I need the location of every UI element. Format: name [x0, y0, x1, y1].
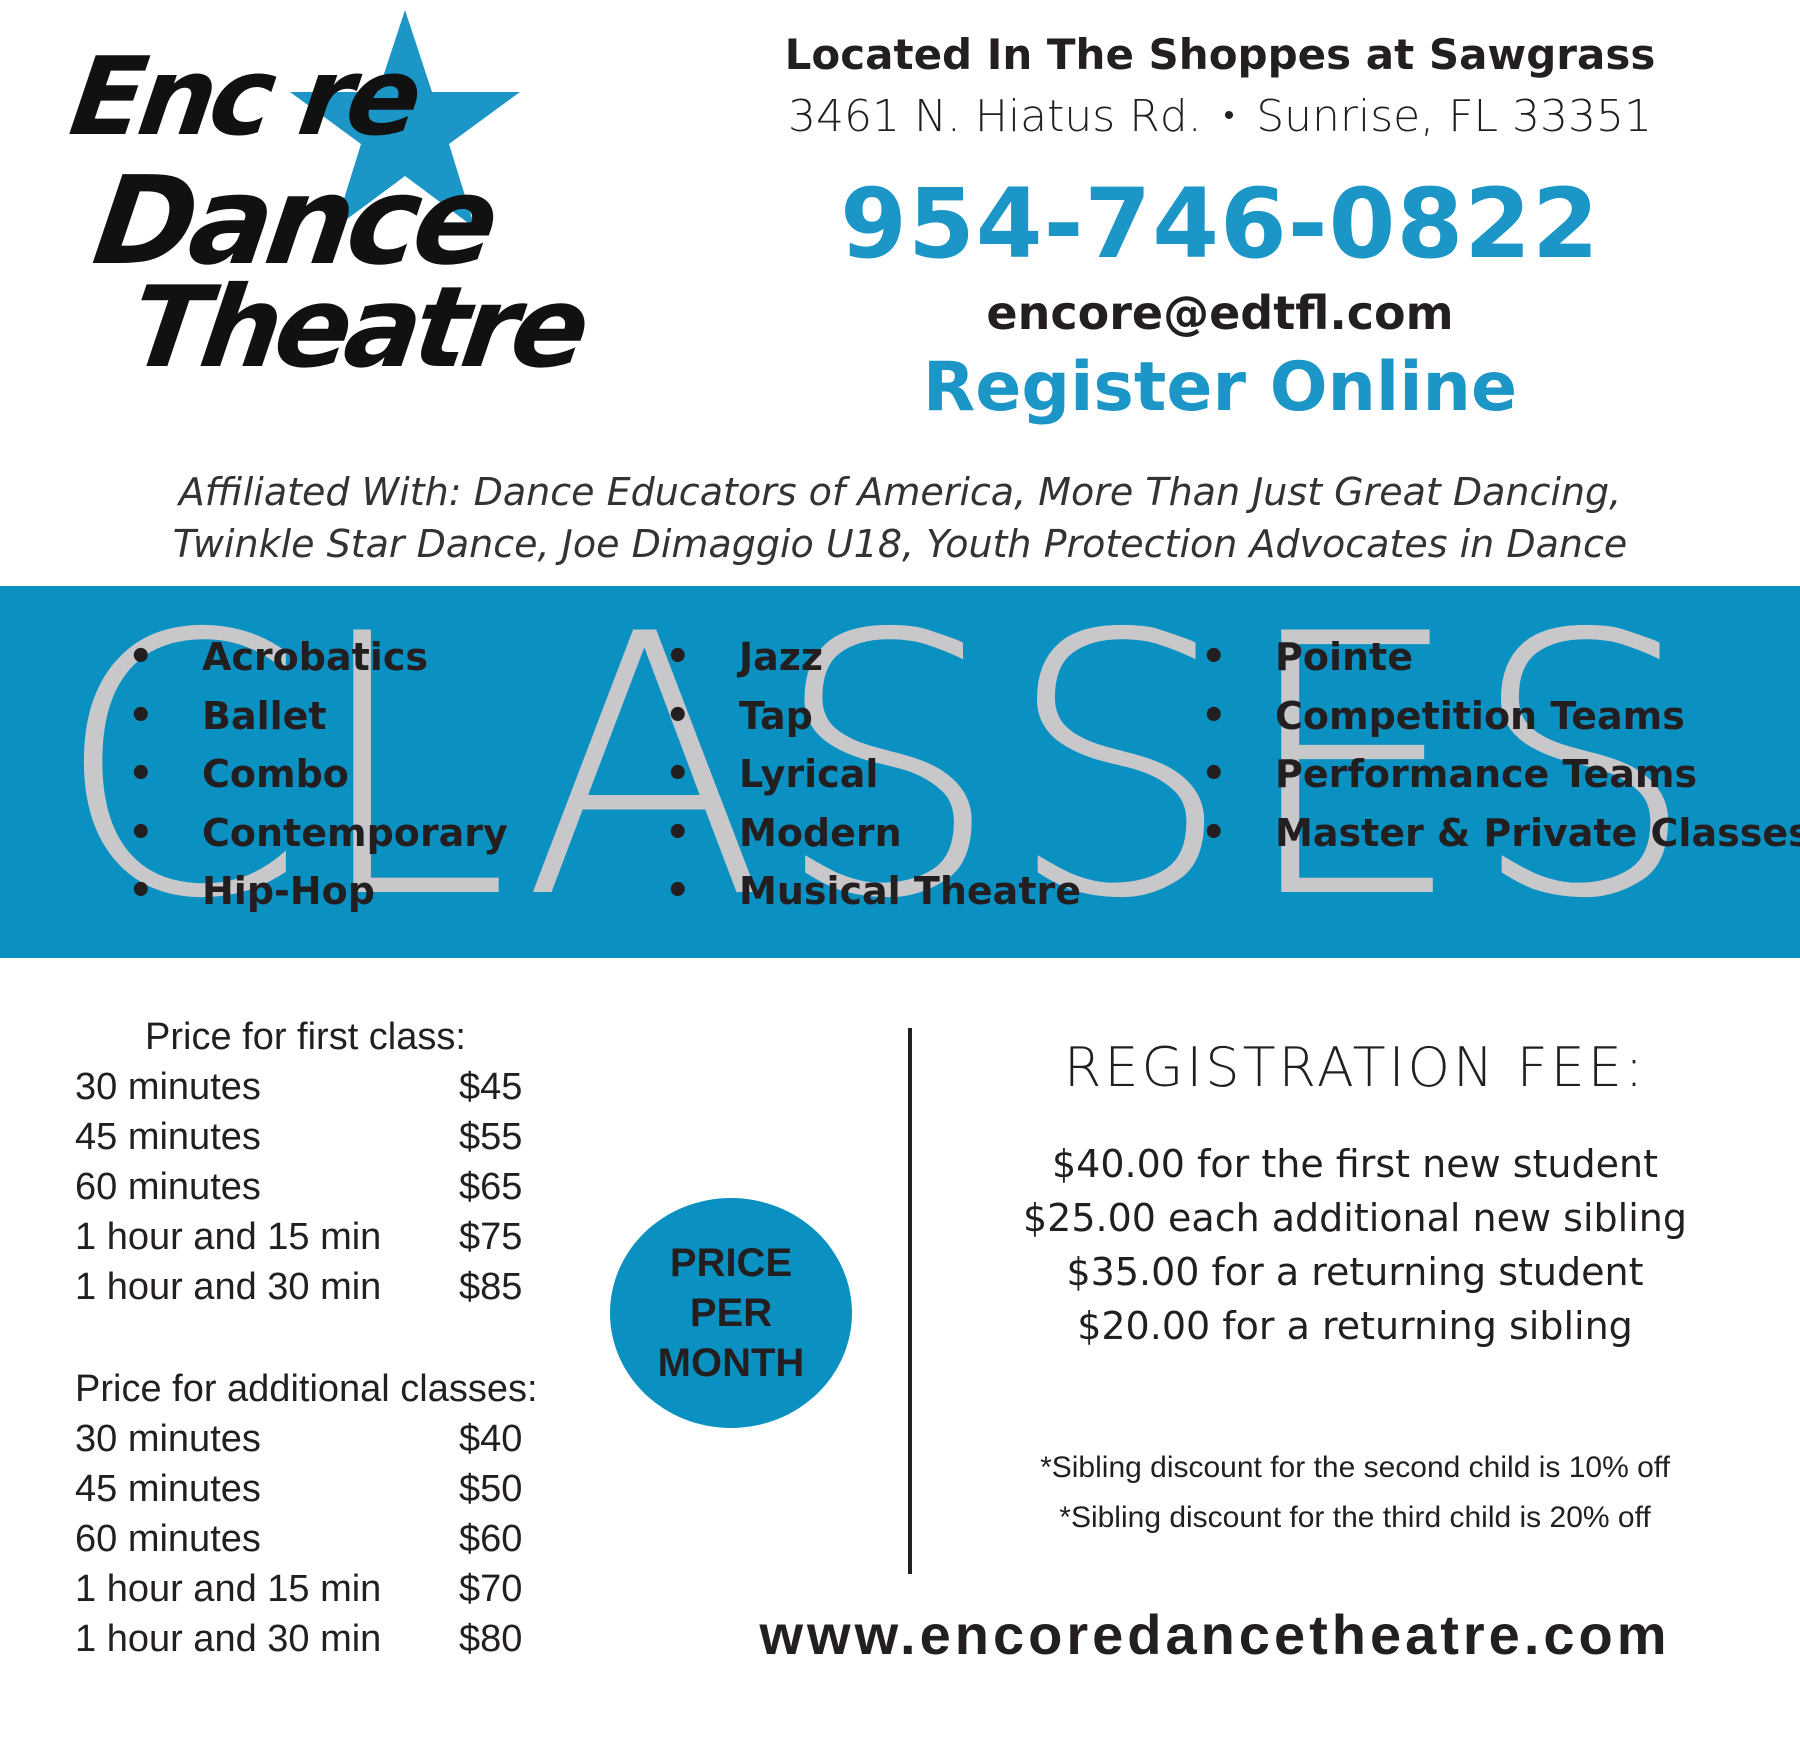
price-per-month-badge: PRICE PER MONTH [610, 1198, 852, 1428]
vertical-divider [908, 1028, 912, 1574]
contact-block: Located In The Shoppes at Sawgrass 3461 … [690, 22, 1750, 427]
class-item: Hip-Hop [128, 862, 508, 921]
class-item: Pointe [1201, 628, 1800, 687]
discount-note: *Sibling discount for the second child i… [1040, 1451, 1670, 1484]
additional-class-price-title: Price for additional classes: [75, 1368, 538, 1410]
duration-label: 45 minutes [75, 1468, 261, 1510]
price-row: 1 hour and 15 min $70 [75, 1564, 535, 1614]
duration-label: 1 hour and 30 min [75, 1618, 382, 1660]
monthly-prices: Price for first class: 30 minutes $45 45 … [75, 1012, 538, 1664]
city-state-zip: Sunrise, FL 33351 [1256, 91, 1652, 142]
class-item: Tap [665, 687, 1081, 746]
class-item: Jazz [665, 628, 1081, 687]
price-value: $65 [459, 1166, 523, 1208]
price-row: 1 hour and 30 min $85 [75, 1262, 535, 1312]
classes-column-1: Acrobatics Ballet Combo Contemporary Hip… [128, 628, 508, 921]
class-item: Lyrical [665, 745, 1081, 804]
class-item: Acrobatics [128, 628, 508, 687]
badge-line: MONTH [657, 1341, 805, 1385]
fee-line: $25.00 each additional new sibling [1023, 1196, 1687, 1240]
fee-list: $40.00 for the first new student $25.00 … [930, 1137, 1780, 1353]
class-item: Musical Theatre [665, 862, 1081, 921]
price-value: $45 [459, 1066, 523, 1108]
discount-note: *Sibling discount for the third child is… [1059, 1501, 1651, 1534]
class-item: Performance Teams [1201, 745, 1800, 804]
price-row: 45 minutes $50 [75, 1464, 535, 1514]
price-row: 60 minutes $65 [75, 1162, 535, 1212]
location-heading: Located In The Shoppes at Sawgrass [784, 30, 1656, 79]
affiliations-line-1: Affiliated With: Dance Educators of Amer… [178, 470, 1622, 514]
duration-label: 1 hour and 30 min [75, 1266, 382, 1308]
street-address: 3461 N. Hiatus Rd. [788, 91, 1202, 142]
duration-label: 1 hour and 15 min [75, 1568, 382, 1610]
bullet-separator: • [1223, 98, 1235, 133]
class-item: Combo [128, 745, 508, 804]
price-value: $80 [459, 1618, 523, 1660]
phone-number[interactable]: 954-746-0822 [690, 168, 1750, 280]
duration-label: 1 hour and 15 min [75, 1216, 382, 1258]
duration-label: 60 minutes [75, 1518, 261, 1560]
classes-banner: CLASSES Acrobatics Ballet Combo Contempo… [0, 586, 1800, 958]
affiliations-line-2: Twinkle Star Dance, Joe Dimaggio U18, Yo… [172, 522, 1628, 566]
price-value: $75 [459, 1216, 523, 1258]
price-value: $50 [459, 1468, 523, 1510]
price-value: $85 [459, 1266, 523, 1308]
register-online-link[interactable]: Register Online [690, 348, 1750, 427]
price-value: $60 [459, 1518, 523, 1560]
class-item: Modern [665, 804, 1081, 863]
price-row: 30 minutes $40 [75, 1414, 535, 1464]
logo-line-theatre: Theatre [122, 263, 592, 393]
price-row: 45 minutes $55 [75, 1112, 535, 1162]
first-class-price-title: Price for first class: [145, 1016, 466, 1058]
badge-line: PRICE [669, 1241, 793, 1285]
price-row: 60 minutes $60 [75, 1514, 535, 1564]
price-row: 1 hour and 30 min $80 [75, 1614, 535, 1664]
price-row: 1 hour and 15 min $75 [75, 1212, 535, 1262]
registration-fee-section: REGISTRATION FEE: $40.00 for the first n… [930, 1036, 1780, 1543]
price-value: $55 [459, 1116, 523, 1158]
fee-line: $40.00 for the first new student [1051, 1142, 1659, 1186]
duration-label: 30 minutes [75, 1066, 261, 1108]
discount-notes: *Sibling discount for the second child i… [930, 1443, 1780, 1543]
address-line: 3461 N. Hiatus Rd. • Sunrise, FL 33351 [690, 91, 1750, 142]
class-item: Master & Private Classes [1201, 804, 1800, 863]
website-link[interactable]: www.encoredancetheatre.com [690, 1602, 1740, 1667]
registration-fee-title: REGISTRATION FEE: [1063, 1036, 1647, 1099]
badge-line: PER [689, 1291, 773, 1335]
class-item: Ballet [128, 687, 508, 746]
duration-label: 60 minutes [75, 1166, 261, 1208]
logo-line-encore: Enc re [63, 35, 424, 160]
classes-column-2: Jazz Tap Lyrical Modern Musical Theatre [665, 628, 1081, 921]
duration-label: 30 minutes [75, 1418, 261, 1460]
fee-line: $20.00 for a returning sibling [1077, 1304, 1633, 1348]
affiliations: Affiliated With: Dance Educators of Amer… [0, 466, 1800, 570]
price-row: 30 minutes $45 [75, 1062, 535, 1112]
brand-logo: Enc re Dance Theatre [63, 10, 630, 430]
price-value: $40 [459, 1418, 523, 1460]
price-value: $70 [459, 1568, 523, 1610]
duration-label: 45 minutes [75, 1116, 261, 1158]
fee-line: $35.00 for a returning student [1066, 1250, 1644, 1294]
class-item: Contemporary [128, 804, 508, 863]
classes-column-3: Pointe Competition Teams Performance Tea… [1201, 628, 1800, 862]
email-link[interactable]: encore@edtfl.com [690, 286, 1750, 340]
class-item: Competition Teams [1201, 687, 1800, 746]
